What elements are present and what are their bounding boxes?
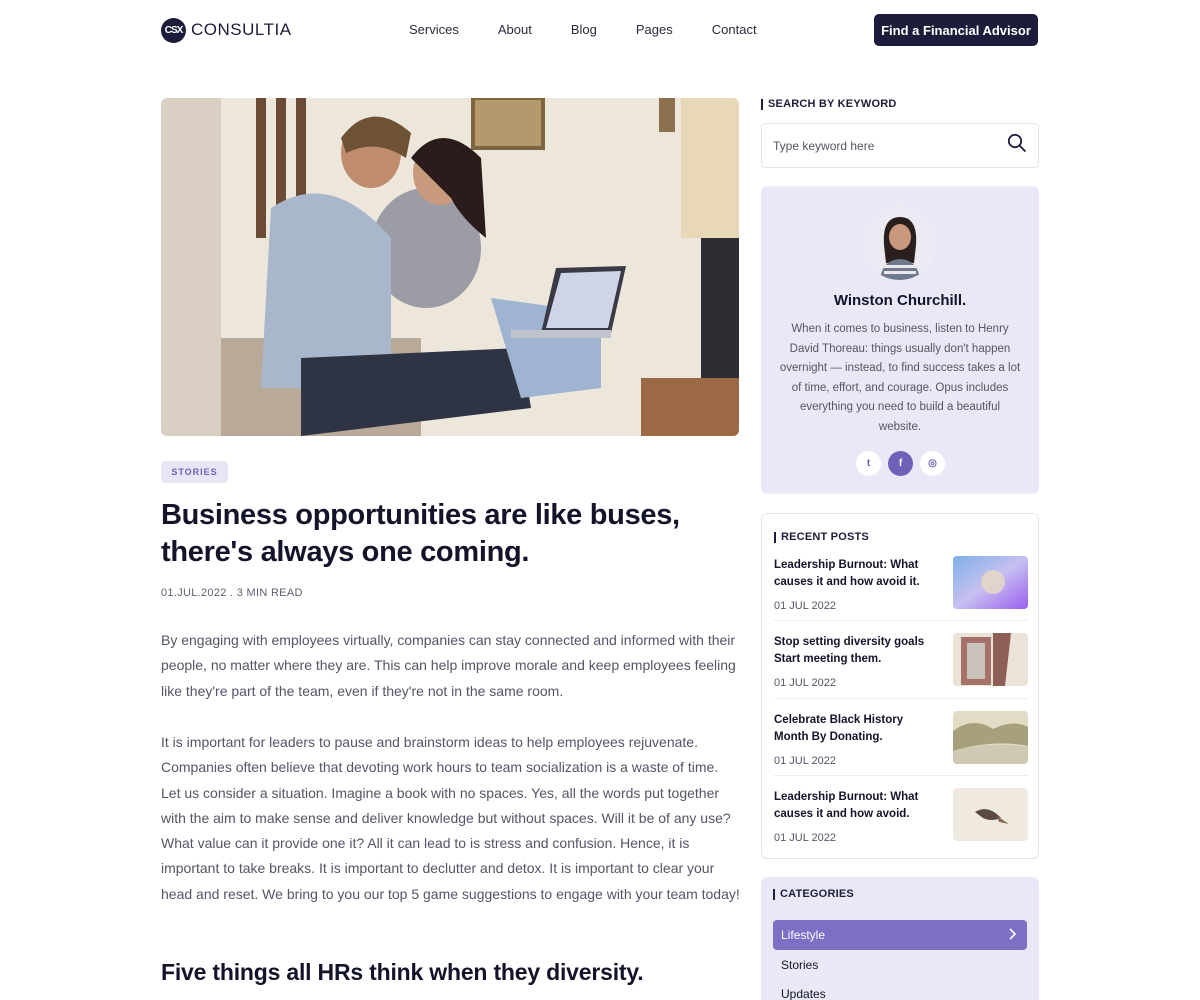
- post-date: 01 JUL 2022: [774, 755, 836, 767]
- main-nav: Services About Blog Pages Contact: [409, 22, 796, 37]
- divider: [774, 620, 1028, 621]
- nav-about[interactable]: About: [498, 22, 532, 37]
- author-name: Winston Churchill.: [833, 292, 967, 309]
- recent-posts-panel: RECENT POSTS Leadership Burnout: What ca…: [761, 513, 1039, 859]
- social-links: t f ◎: [856, 451, 952, 476]
- category-item-lifestyle[interactable]: Lifestyle: [773, 920, 1027, 950]
- twitter-icon[interactable]: t: [856, 451, 881, 476]
- hero-image: [161, 98, 739, 436]
- divider: [774, 698, 1028, 699]
- category-item-updates[interactable]: Updates: [773, 979, 1027, 1000]
- author-bio: When it comes to business, listen to Hen…: [779, 323, 1021, 433]
- categories-label: CATEGORIES: [773, 889, 854, 900]
- thumbnail-graphic: [953, 788, 1028, 841]
- avatar: [862, 205, 937, 280]
- post-thumbnail[interactable]: [953, 633, 1028, 686]
- article-title: Business opportunities are like buses, t…: [161, 499, 680, 568]
- chevron-graphic: [1009, 927, 1017, 940]
- category-label: Updates: [781, 987, 826, 1000]
- post-title[interactable]: Leadership Burnout: What causes it and h…: [774, 557, 934, 590]
- thumbnail-graphic: [953, 711, 1028, 764]
- thumbnail-graphic: [953, 556, 1028, 609]
- search-icon[interactable]: [1007, 133, 1027, 158]
- category-label: Lifestyle: [781, 928, 826, 942]
- article-paragraph: By engaging with employees virtually, co…: [161, 632, 736, 699]
- facebook-icon[interactable]: f: [888, 451, 913, 476]
- post-date: 01 JUL 2022: [774, 832, 836, 844]
- categories-panel: CATEGORIES Lifestyle Stories Updates: [761, 877, 1039, 1000]
- nav-contact[interactable]: Contact: [712, 22, 757, 37]
- nav-pages[interactable]: Pages: [636, 22, 673, 37]
- article-paragraph: It is important for leaders to pause and…: [161, 734, 740, 902]
- brand-name: CONSULTIA: [191, 20, 292, 39]
- thumbnail-graphic: [953, 633, 1028, 686]
- instagram-icon[interactable]: ◎: [920, 451, 945, 476]
- nav-blog[interactable]: Blog: [571, 22, 597, 37]
- recent-posts-label: RECENT POSTS: [774, 532, 869, 543]
- nav-services[interactable]: Services: [409, 22, 459, 37]
- avatar-illustration: [862, 205, 937, 280]
- search-icon-graphic: [1007, 133, 1026, 152]
- post-date: 01 JUL 2022: [774, 677, 836, 689]
- list-item[interactable]: Leadership Burnout: What causes it and h…: [774, 556, 1028, 634]
- post-title[interactable]: Celebrate Black History Month By Donatin…: [774, 712, 934, 745]
- list-item[interactable]: Stop setting diversity goals Start meeti…: [774, 633, 1028, 711]
- post-thumbnail[interactable]: [953, 711, 1028, 764]
- post-thumbnail[interactable]: [953, 556, 1028, 609]
- author-card: Winston Churchill. When it comes to busi…: [761, 186, 1039, 494]
- post-title[interactable]: Stop setting diversity goals Start meeti…: [774, 634, 934, 667]
- logo-mark-icon: CSX: [161, 17, 186, 43]
- site-header: CSX CONSULTIA Services About Blog Pages …: [0, 0, 1200, 62]
- search-input[interactable]: [773, 138, 1007, 153]
- logo-mark-text: CSX: [164, 24, 184, 36]
- article-subheading: Five things all HRs think when they dive…: [161, 959, 644, 985]
- search-field: [761, 123, 1039, 168]
- article-meta: 01.JUL.2022 . 3 MIN READ: [161, 587, 303, 599]
- divider: [774, 775, 1028, 776]
- list-item[interactable]: Celebrate Black History Month By Donatin…: [774, 711, 1028, 789]
- post-title[interactable]: Leadership Burnout: What causes it and h…: [774, 789, 934, 822]
- list-item[interactable]: Leadership Burnout: What causes it and h…: [774, 788, 1028, 866]
- search-label: SEARCH BY KEYWORD: [761, 99, 897, 110]
- hero-illustration: [161, 98, 739, 436]
- post-date: 01 JUL 2022: [774, 600, 836, 612]
- chevron-right-icon: [1007, 927, 1017, 943]
- brand-logo[interactable]: CSX CONSULTIA: [161, 17, 292, 43]
- category-label: Stories: [781, 958, 819, 972]
- post-thumbnail[interactable]: [953, 788, 1028, 841]
- category-tag[interactable]: STORIES: [161, 461, 228, 483]
- find-advisor-button[interactable]: Find a Financial Advisor: [874, 14, 1038, 46]
- category-item-stories[interactable]: Stories: [773, 950, 1027, 980]
